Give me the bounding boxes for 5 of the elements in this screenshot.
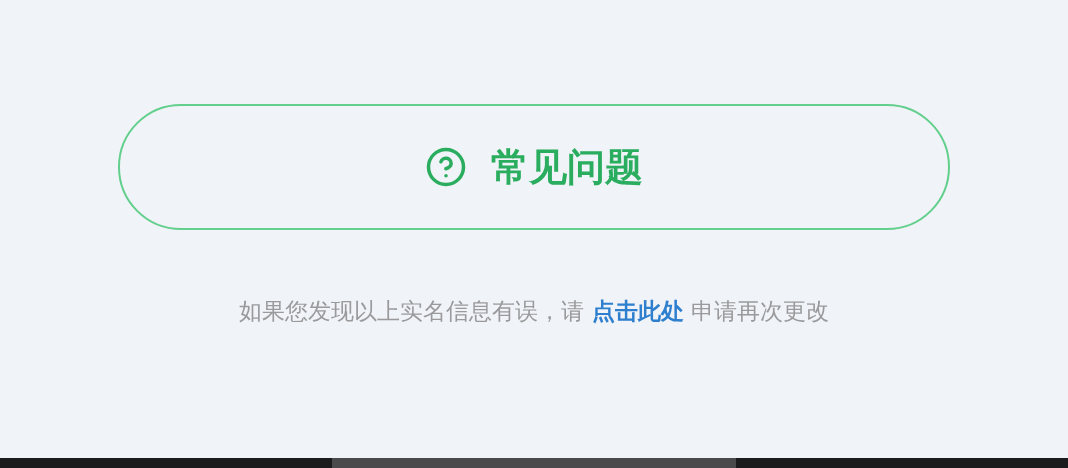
help-icon: [425, 146, 467, 188]
faq-button[interactable]: 常见问题: [118, 104, 950, 230]
click-here-link[interactable]: 点击此处: [591, 298, 684, 324]
home-indicator[interactable]: [332, 458, 736, 468]
notice-text: 如果您发现以上实名信息有误，请 点击此处 申请再次更改: [239, 297, 829, 326]
